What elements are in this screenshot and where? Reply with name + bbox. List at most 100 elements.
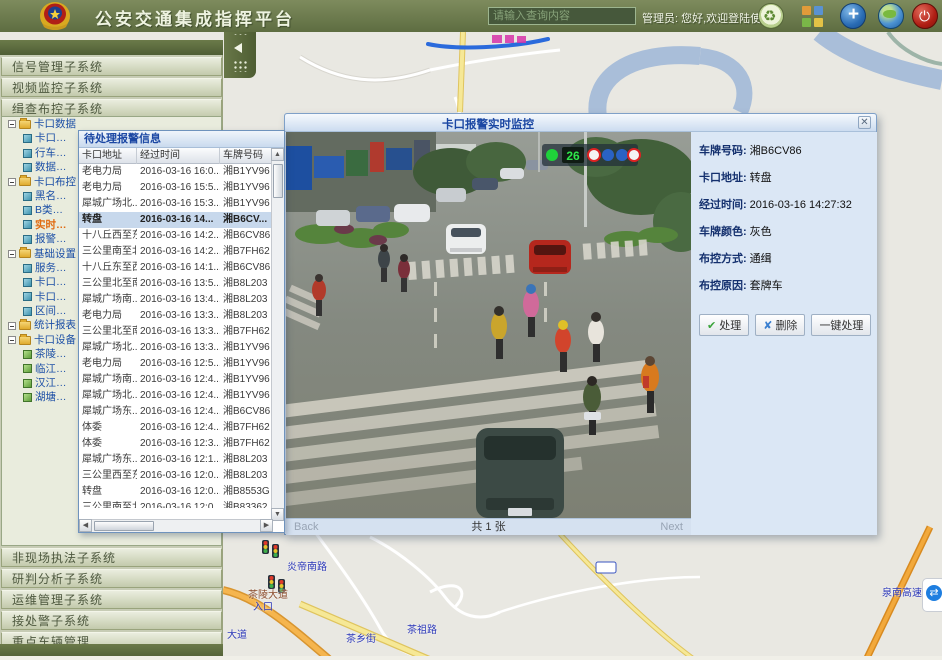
tree-expander-icon[interactable]	[8, 178, 16, 186]
sidebar-bottom-item-1[interactable]: 研判分析子系统	[1, 569, 222, 588]
column-header-2[interactable]: 车牌号码	[220, 148, 272, 164]
plate-number: 湘B1YV96	[220, 372, 272, 388]
pass-time: 2016-03-16 13:3...	[137, 340, 220, 356]
map-globe-icon[interactable]	[878, 3, 904, 29]
search-input[interactable]	[488, 7, 636, 25]
alarm-row-1[interactable]: 老电力局2016-03-16 15:5...湘B1YV96	[79, 180, 272, 196]
sidebar-bottom-item-0[interactable]: 非现场执法子系统	[1, 548, 222, 567]
checkpoint-address: 转盘	[79, 484, 137, 500]
tree-expander-icon[interactable]	[8, 120, 16, 128]
grip-dots-icon	[233, 60, 247, 72]
plate-number: 湘B6CV86	[220, 228, 272, 244]
module-icon	[23, 278, 32, 287]
vehicle-detail-panel: 车牌号码:湘B6CV86卡口地址:转盘经过时间:2016-03-16 14:27…	[691, 132, 877, 535]
close-icon[interactable]: ✕	[858, 116, 871, 129]
alarm-row-17[interactable]: 体委2016-03-16 12:3...湘B7FH62	[79, 436, 272, 452]
alarm-row-13[interactable]: 犀城广场南...2016-03-16 12:4...湘B1YV96	[79, 372, 272, 388]
dialog-titlebar[interactable]: 卡口报警实时监控 ✕	[285, 114, 876, 132]
apps-grid-icon[interactable]	[802, 6, 823, 27]
device-group-icon	[23, 393, 32, 402]
alarm-row-4[interactable]: 十八丘西至东2016-03-16 14:2...湘B6CV86	[79, 228, 272, 244]
alarm-table-body: 老电力局2016-03-16 16:0...湘B1YV96老电力局2016-03…	[79, 164, 272, 508]
tree-expander-icon[interactable]	[8, 322, 16, 330]
checkpoint-address: 犀城广场南...	[79, 292, 137, 308]
checkpoint-address: 老电力局	[79, 308, 137, 324]
process-all-button[interactable]: 一键处理	[811, 314, 871, 336]
next-button[interactable]: Next	[660, 519, 683, 535]
pass-time: 2016-03-16 13:4...	[137, 292, 220, 308]
module-icon	[23, 163, 32, 172]
alarm-row-16[interactable]: 体委2016-03-16 12:4...湘B7FH62	[79, 420, 272, 436]
map-road-label-5: 茶祖路	[407, 621, 437, 636]
logout-power-icon[interactable]	[912, 3, 938, 29]
alarm-row-6[interactable]: 十八丘东至西2016-03-16 14:1...湘B6CV86	[79, 260, 272, 276]
add-icon[interactable]	[840, 3, 866, 29]
pass-time: 2016-03-16 14:1...	[137, 260, 220, 276]
checkpoint-address: 犀城广场南...	[79, 372, 137, 388]
tree-node-label: 卡口…	[35, 291, 67, 303]
process-button[interactable]: ✔处理	[699, 314, 749, 336]
tree-expander-icon[interactable]	[8, 336, 16, 344]
horizontal-scrollbar[interactable]: ◀ ▶	[79, 519, 273, 532]
column-header-0[interactable]: 卡口地址	[79, 148, 137, 164]
plate-number: 湘B8L203	[220, 292, 272, 308]
horizontal-scroll-thumb[interactable]	[94, 521, 154, 531]
column-header-1[interactable]: 经过时间	[137, 148, 220, 164]
pass-time: 2016-03-16 12:5...	[137, 356, 220, 372]
alarm-row-3[interactable]: 转盘2016-03-16 14...湘B6CV...	[79, 212, 272, 228]
scroll-left-icon[interactable]: ◀	[79, 519, 92, 532]
sidebar-item-0[interactable]: 信号管理子系统	[1, 57, 222, 76]
teamviewer-icon[interactable]	[922, 578, 942, 612]
detail-value: 转盘	[750, 172, 772, 184]
scroll-up-icon[interactable]: ▲	[271, 148, 284, 161]
tree-expander-icon[interactable]	[8, 250, 16, 258]
detail-row-1: 卡口地址:转盘	[699, 169, 877, 196]
alarm-row-10[interactable]: 三公里北至南2016-03-16 13:3...湘B7FH62	[79, 324, 272, 340]
tree-node-label: 行车…	[35, 147, 67, 159]
checkpoint-address: 三公里北至南	[79, 324, 137, 340]
alarm-row-0[interactable]: 老电力局2016-03-16 16:0...湘B1YV96	[79, 164, 272, 180]
photo-count: 共 1 张	[286, 519, 691, 535]
module-icon	[23, 149, 32, 158]
alarm-row-20[interactable]: 转盘2016-03-16 12:0...湘B8553G	[79, 484, 272, 500]
alarm-panel-title: 待处理报警信息	[79, 131, 284, 148]
detail-value: 2016-03-16 14:27:32	[750, 199, 852, 211]
alarm-row-19[interactable]: 三公里西至东2016-03-16 12:0...湘B8L203	[79, 468, 272, 484]
pass-time: 2016-03-16 13:5...	[137, 276, 220, 292]
plate-number: 湘B8L203	[220, 452, 272, 468]
scroll-right-icon[interactable]: ▶	[260, 519, 273, 532]
vertical-scroll-thumb[interactable]	[273, 164, 283, 198]
pass-time: 2016-03-16 12:1...	[137, 452, 220, 468]
plate-number: 湘B7FH62	[220, 420, 272, 436]
delete-button[interactable]: ✘删除	[755, 314, 805, 336]
checkpoint-address: 体委	[79, 436, 137, 452]
plate-number: 湘B6CV...	[220, 212, 272, 228]
pass-time: 2016-03-16 12:0...	[137, 500, 220, 508]
refresh-icon[interactable]	[758, 3, 784, 29]
alarm-row-14[interactable]: 犀城广场北...2016-03-16 12:4...湘B1YV96	[79, 388, 272, 404]
detail-label: 经过时间:	[699, 199, 747, 211]
alarm-row-2[interactable]: 犀城广场北...2016-03-16 15:3...湘B1YV96	[79, 196, 272, 212]
alarm-row-15[interactable]: 犀城广场东...2016-03-16 12:4...湘B6CV86	[79, 404, 272, 420]
map-road-label-0: 炎帝南路	[287, 558, 327, 573]
sidebar-bottom-item-3[interactable]: 接处警子系统	[1, 611, 222, 630]
checkpoint-address: 犀城广场北...	[79, 196, 137, 212]
sidebar-top-bar	[0, 40, 223, 55]
plate-number: 湘B8553G	[220, 484, 272, 500]
alarm-row-12[interactable]: 老电力局2016-03-16 12:5...湘B1YV96	[79, 356, 272, 372]
alarm-row-8[interactable]: 犀城广场南...2016-03-16 13:4...湘B8L203	[79, 292, 272, 308]
sidebar-item-1[interactable]: 视频监控子系统	[1, 78, 222, 97]
alarm-row-21[interactable]: 三公里南至北2016-03-16 12:0...湘B83362	[79, 500, 272, 508]
vertical-scrollbar[interactable]: ▲ ▼	[271, 148, 284, 521]
alarm-row-5[interactable]: 三公里南至北2016-03-16 14:2...湘B7FH62	[79, 244, 272, 260]
device-group-icon	[23, 379, 32, 388]
tree-node-label: 卡口…	[35, 276, 67, 288]
alarm-row-11[interactable]: 犀城广场北...2016-03-16 13:3...湘B1YV96	[79, 340, 272, 356]
sidebar-bottom-item-2[interactable]: 运维管理子系统	[1, 590, 222, 609]
alarm-row-9[interactable]: 老电力局2016-03-16 13:3...湘B8L203	[79, 308, 272, 324]
pending-alarm-panel: 待处理报警信息 卡口地址经过时间车牌号码 老电力局2016-03-16 16:0…	[78, 130, 285, 533]
alarm-row-7[interactable]: 三公里北至南2016-03-16 13:5...湘B8L203	[79, 276, 272, 292]
alarm-row-18[interactable]: 犀城广场东...2016-03-16 12:1...湘B8L203	[79, 452, 272, 468]
detail-value: 套牌车	[750, 280, 783, 292]
plate-number: 湘B1YV96	[220, 340, 272, 356]
